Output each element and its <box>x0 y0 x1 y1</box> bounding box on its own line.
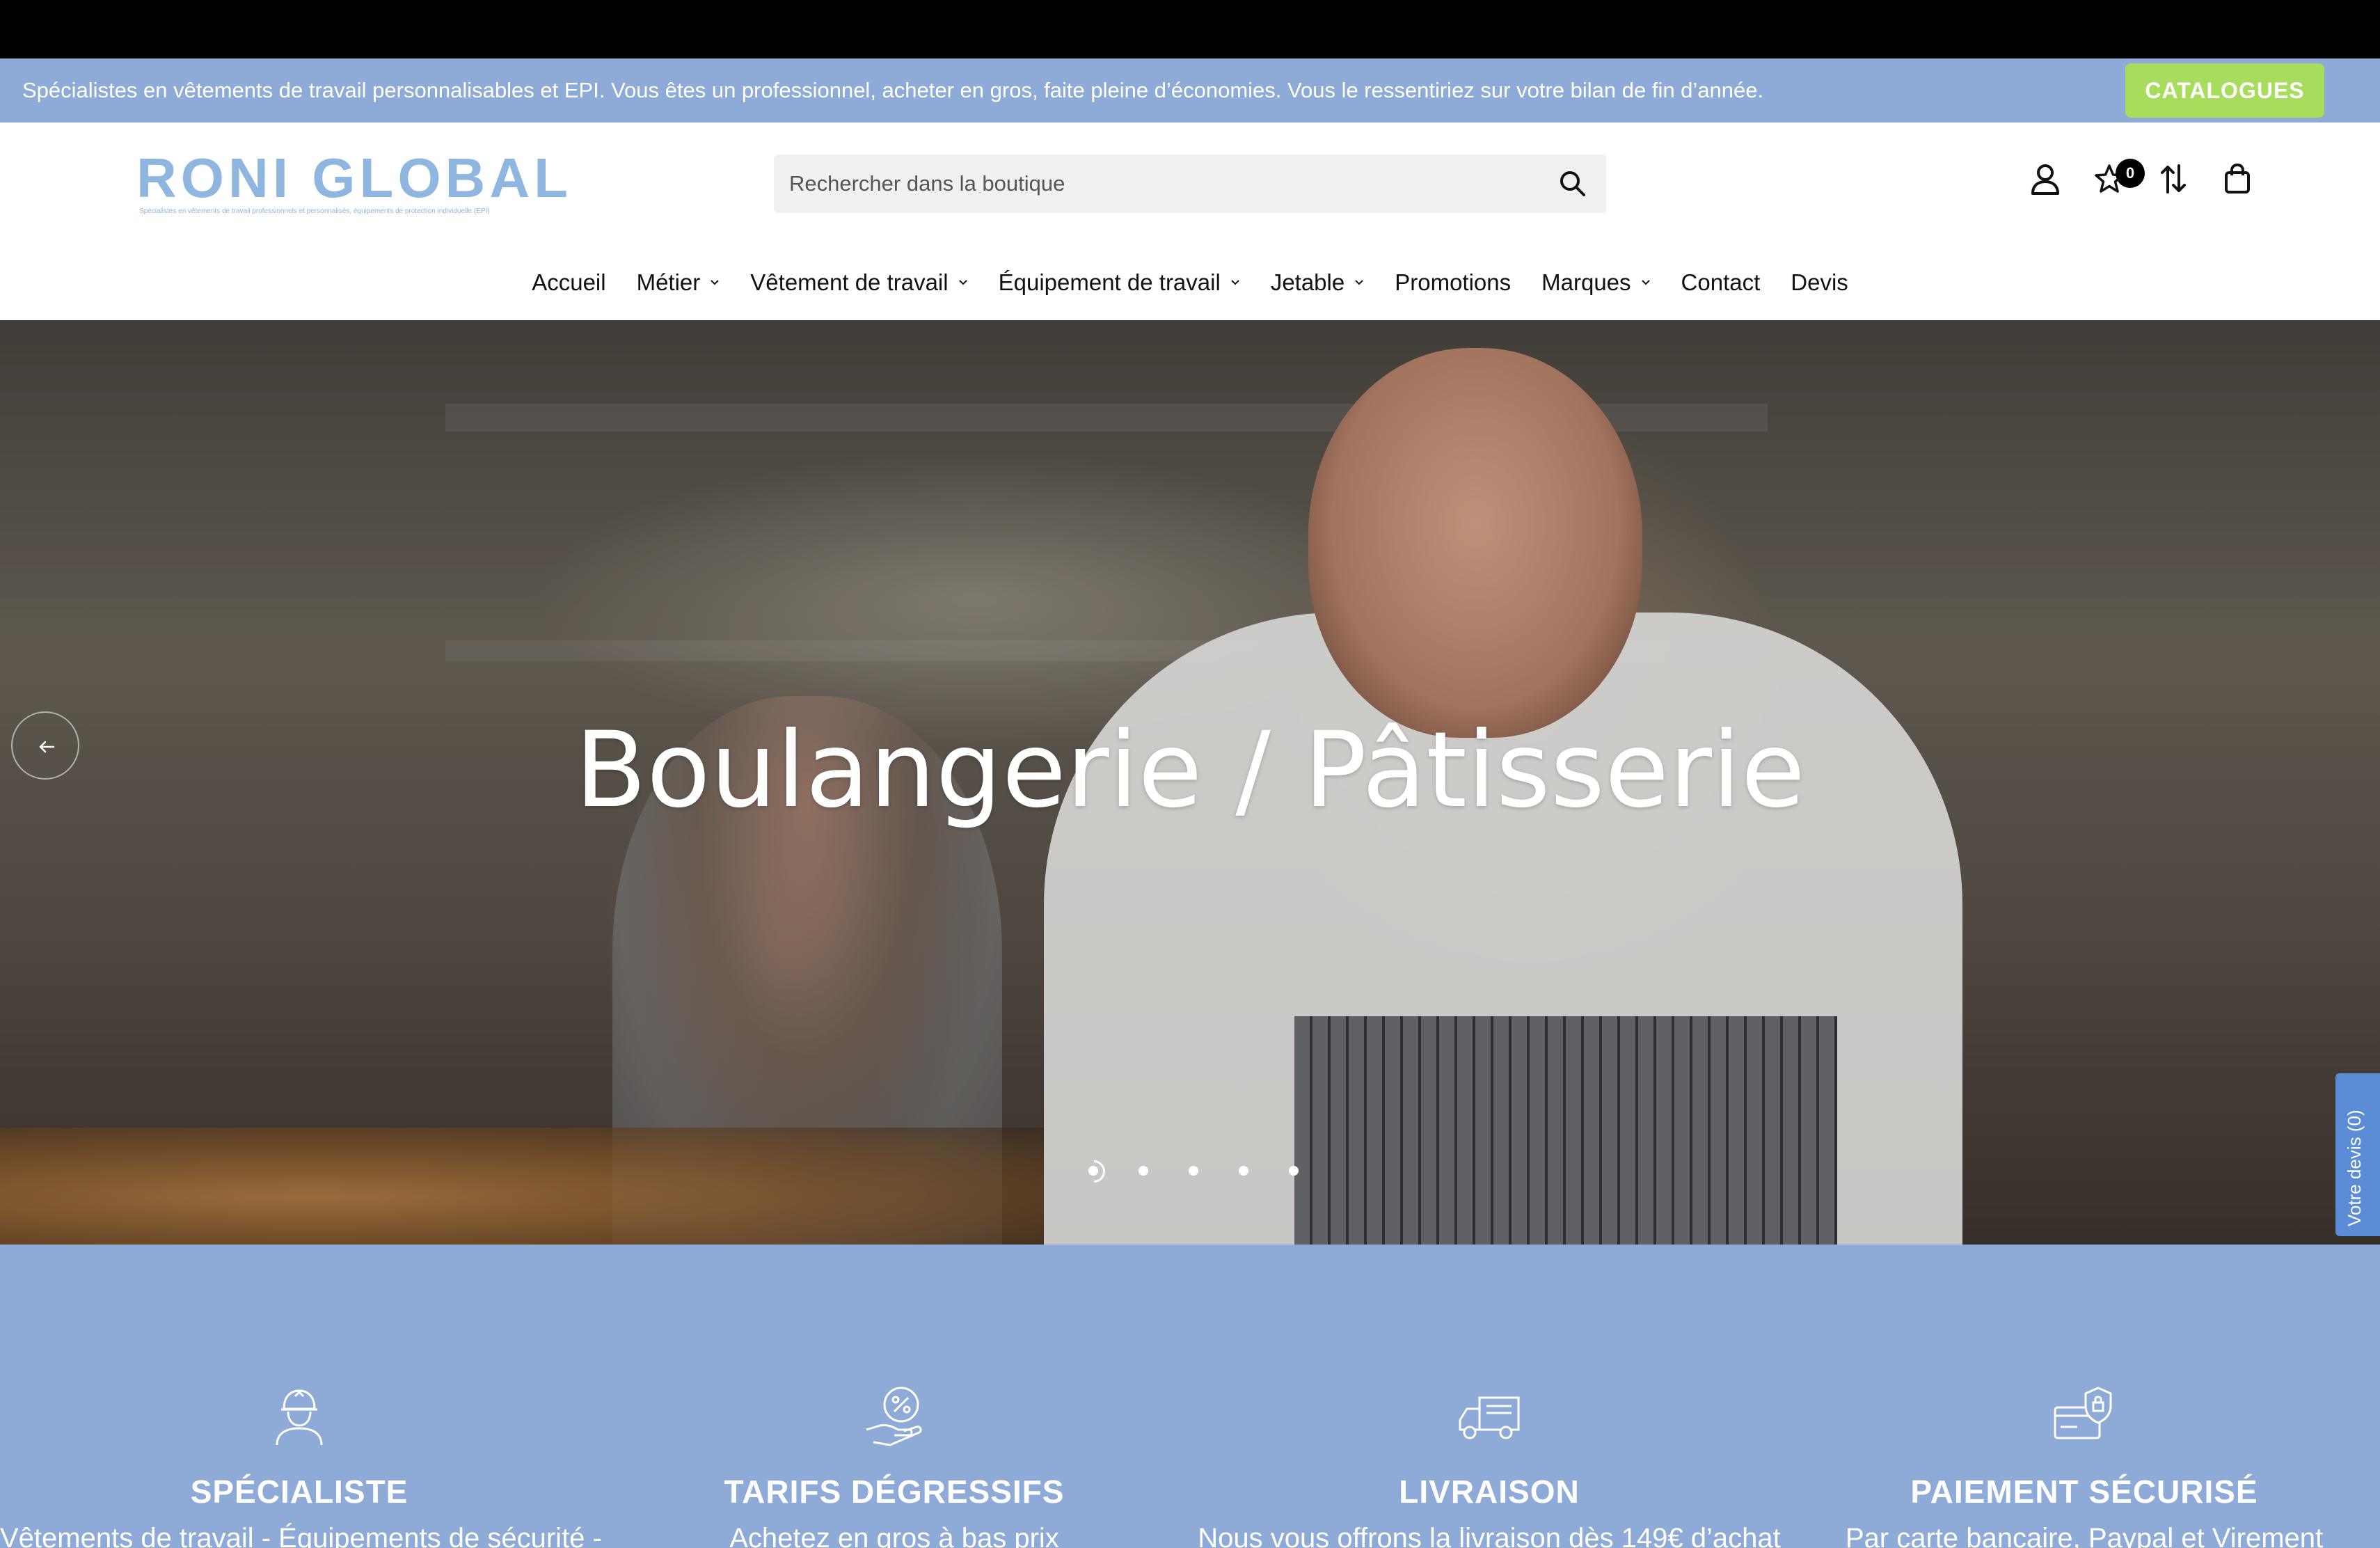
chevron-down-icon <box>1641 280 1650 285</box>
worker-icon <box>264 1381 334 1451</box>
hero-title: Boulangerie / Pâtisserie <box>575 710 1805 831</box>
site-header: RONI GLOBAL Spécialistes en vêtements de… <box>0 123 2380 320</box>
logo-tagline: Spécialistes en vêtements de travail pro… <box>139 207 490 215</box>
slider-prev-button[interactable] <box>11 711 79 780</box>
feature-livraison: LIVRAISON Nous vous offrons la livraison… <box>1190 1245 1788 1548</box>
quote-tab-label: Votre devis (0) <box>2344 1109 2365 1226</box>
wishlist-count-badge: 0 <box>2116 159 2145 188</box>
slider-dot[interactable] <box>1279 1157 1329 1185</box>
slider-dot[interactable] <box>1179 1157 1229 1185</box>
nav-item-marques[interactable]: Marques <box>1526 262 1665 303</box>
announcement-text: Spécialistes en vêtements de travail per… <box>22 78 1764 102</box>
main-nav: Accueil Métier Vêtement de travail Équip… <box>0 262 2380 303</box>
chevron-down-icon <box>1231 280 1239 285</box>
chevron-down-icon <box>1355 280 1363 285</box>
feature-specialiste: SPÉCIALISTE Vêtements de travail - Équip… <box>0 1245 602 1548</box>
feature-title: LIVRAISON <box>1399 1474 1580 1510</box>
slider-dot[interactable] <box>1079 1157 1129 1185</box>
nav-item-jetable[interactable]: Jetable <box>1255 262 1379 303</box>
search-icon[interactable] <box>1557 168 1588 199</box>
feature-description: Achetez en gros à bas prix <box>729 1523 1059 1548</box>
nav-item-metier[interactable]: Métier <box>621 262 736 303</box>
slider-dot[interactable] <box>1129 1157 1179 1185</box>
quote-side-tab[interactable]: Votre devis (0) <box>2335 1073 2380 1236</box>
logo[interactable]: RONI GLOBAL Spécialistes en vêtements de… <box>136 150 568 216</box>
chevron-down-icon <box>711 280 719 285</box>
feature-paiement: PAIEMENT SÉCURISÉ Par carte bancaire, Pa… <box>1785 1245 2380 1548</box>
nav-item-equipement-de-travail[interactable]: Équipement de travail <box>983 262 1255 303</box>
catalogues-button[interactable]: CATALOGUES <box>2125 63 2324 118</box>
feature-title: PAIEMENT SÉCURISÉ <box>1910 1474 2258 1510</box>
feature-title: TARIFS DÉGRESSIFS <box>724 1474 1065 1510</box>
slider-dots <box>1079 1157 1329 1185</box>
bag-icon[interactable] <box>2220 161 2255 196</box>
logo-text: RONI GLOBAL <box>136 147 572 209</box>
feature-description: Nous vous offrons la livraison dès 149€ … <box>1198 1523 1781 1548</box>
arrow-left-icon <box>39 741 55 753</box>
delivery-truck-icon <box>1454 1381 1524 1451</box>
slider-dot[interactable] <box>1229 1157 1279 1185</box>
nav-item-accueil[interactable]: Accueil <box>516 262 621 303</box>
secure-card-icon <box>2049 1381 2119 1451</box>
discount-hand-icon <box>859 1381 929 1451</box>
nav-item-vetement-de-travail[interactable]: Vêtement de travail <box>735 262 983 303</box>
search-input[interactable] <box>789 155 1527 213</box>
features-section: SPÉCIALISTE Vêtements de travail - Équip… <box>0 1245 2380 1548</box>
search-bar <box>774 155 1606 213</box>
hero-slider: Boulangerie / Pâtisserie <box>0 320 2380 1245</box>
compare-icon[interactable] <box>2156 161 2191 196</box>
feature-title: SPÉCIALISTE <box>190 1474 408 1510</box>
feature-description: Par carte bancaire, Paypal et Virement <box>1845 1523 2324 1548</box>
nav-item-promotions[interactable]: Promotions <box>1379 262 1526 303</box>
nav-item-contact[interactable]: Contact <box>1666 262 1776 303</box>
chevron-down-icon <box>958 280 967 285</box>
browser-top-bar <box>0 0 2380 58</box>
announcement-bar: Spécialistes en vêtements de travail per… <box>0 58 2380 123</box>
feature-description: Vêtements de travail - Équipements de sé… <box>0 1523 602 1548</box>
feature-tarifs: TARIFS DÉGRESSIFS Achetez en gros à bas … <box>595 1245 1193 1548</box>
user-icon[interactable] <box>2028 161 2063 196</box>
nav-item-devis[interactable]: Devis <box>1775 262 1864 303</box>
